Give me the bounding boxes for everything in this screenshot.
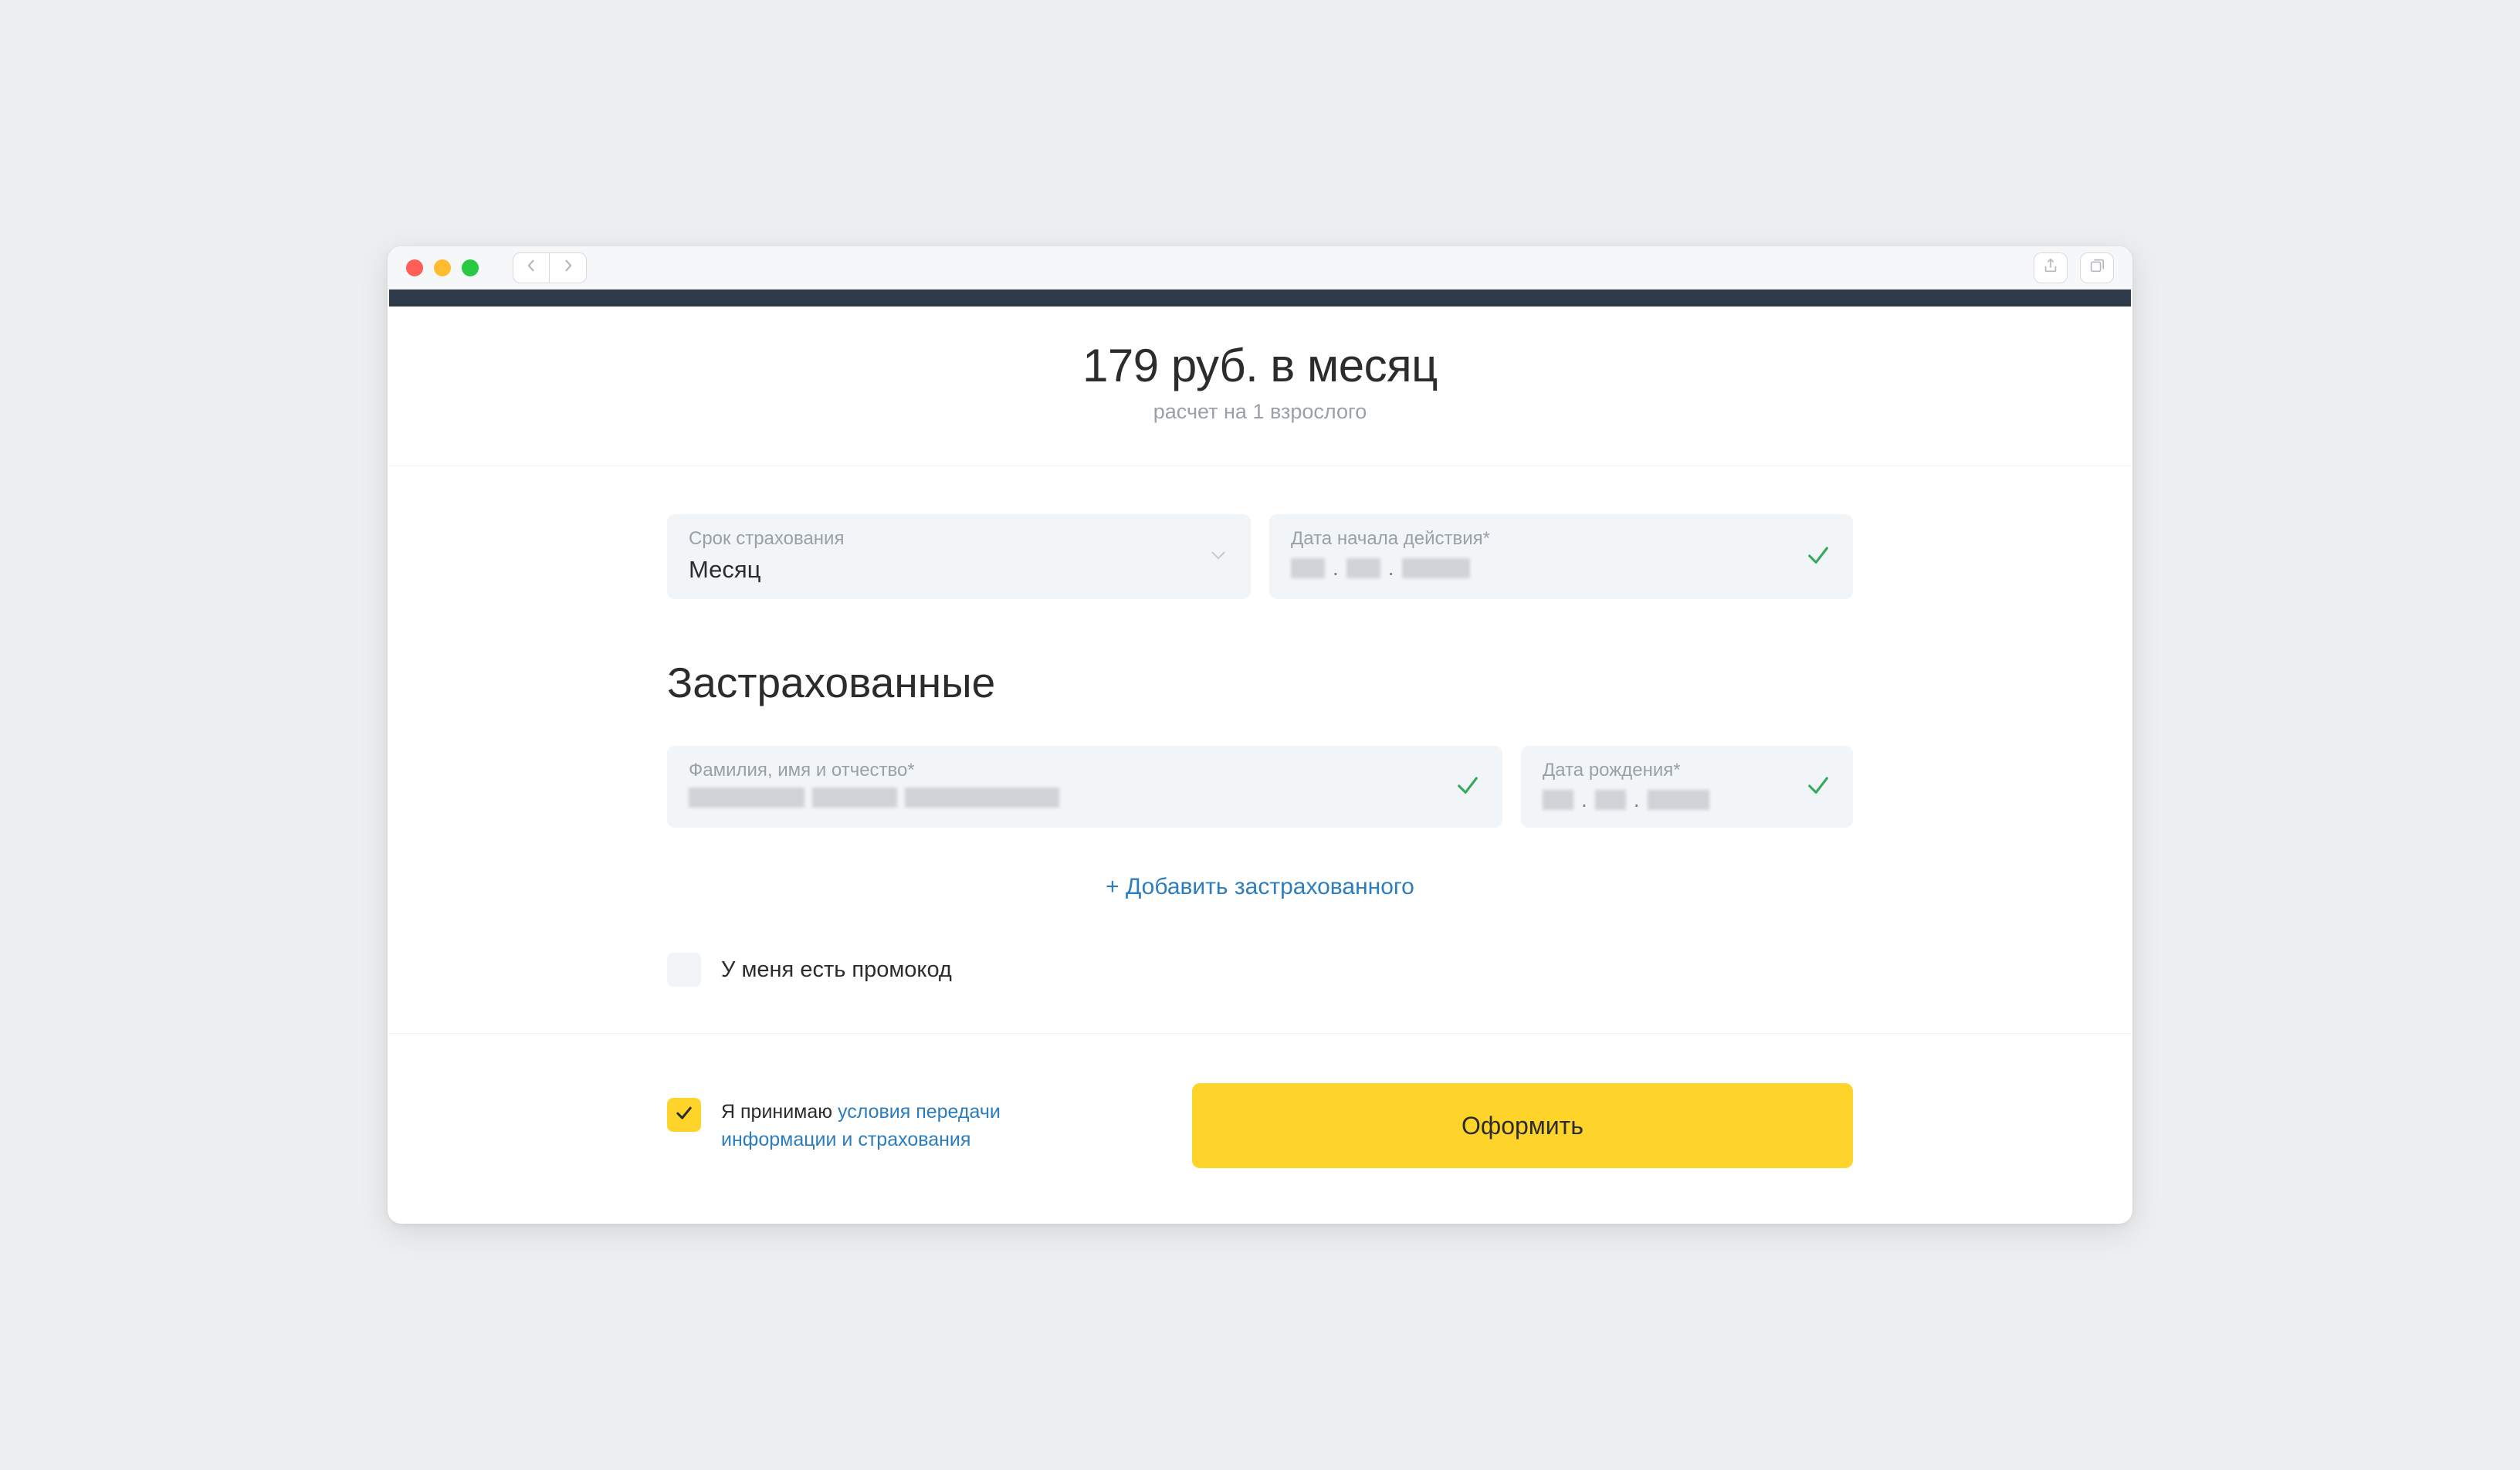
dob-value: . . xyxy=(1543,788,1831,812)
tabs-icon xyxy=(2088,257,2105,278)
chevron-left-icon xyxy=(525,258,537,277)
terms-checkbox[interactable] xyxy=(667,1098,701,1132)
minimize-window-button[interactable] xyxy=(434,259,451,276)
fullname-field[interactable]: Фамилия, имя и отчество* xyxy=(667,746,1502,828)
insured-heading: Застрахованные xyxy=(667,658,1853,707)
terms-prefix: Я принимаю xyxy=(721,1101,832,1123)
price-title: 179 руб. в месяц xyxy=(389,339,2131,392)
chevron-down-icon xyxy=(1208,544,1229,570)
price-subtitle: расчет на 1 взрослого xyxy=(389,400,2131,424)
duration-select[interactable]: Срок страхования Месяц xyxy=(667,514,1251,599)
nav-buttons xyxy=(513,252,587,283)
fullname-label: Фамилия, имя и отчество* xyxy=(689,760,1481,781)
promo-checkbox[interactable] xyxy=(667,953,701,987)
start-date-field[interactable]: Дата начала действия* . . xyxy=(1269,514,1853,599)
check-icon xyxy=(1805,772,1831,802)
window-controls xyxy=(406,259,479,276)
fullname-value xyxy=(689,788,1481,808)
share-icon xyxy=(2042,257,2059,278)
close-window-button[interactable] xyxy=(406,259,423,276)
promo-row: У меня есть промокод xyxy=(667,953,1853,987)
check-icon xyxy=(1805,542,1831,572)
dob-field[interactable]: Дата рождения* . . xyxy=(1521,746,1853,828)
terms-row: Я принимаю условия передачи информации и… xyxy=(667,1098,1107,1154)
submit-button[interactable]: Оформить xyxy=(1192,1083,1853,1168)
add-insured-link[interactable]: + Добавить застрахованного xyxy=(1106,874,1414,899)
share-button[interactable] xyxy=(2034,252,2068,283)
browser-window: 179 руб. в месяц расчет на 1 взрослого С… xyxy=(388,246,2132,1224)
add-insured-row: + Добавить застрахованного xyxy=(667,874,1853,900)
page-content: 179 руб. в месяц расчет на 1 взрослого С… xyxy=(388,290,2132,1224)
duration-value: Месяц xyxy=(689,556,1229,584)
terms-text: Я принимаю условия передачи информации и… xyxy=(721,1098,1107,1154)
promo-label: У меня есть промокод xyxy=(721,957,952,983)
check-icon xyxy=(673,1102,695,1127)
check-icon xyxy=(1455,772,1481,802)
start-date-value: . . xyxy=(1291,556,1831,581)
forward-button[interactable] xyxy=(550,252,587,283)
form-section: Срок страхования Месяц Дата начала дейст… xyxy=(389,466,2131,1033)
tabs-button[interactable] xyxy=(2080,252,2114,283)
dob-label: Дата рождения* xyxy=(1543,760,1831,781)
back-button[interactable] xyxy=(513,252,550,283)
start-date-label: Дата начала действия* xyxy=(1291,528,1831,550)
duration-label: Срок страхования xyxy=(689,528,1229,550)
maximize-window-button[interactable] xyxy=(462,259,479,276)
browser-toolbar xyxy=(388,246,2132,290)
footer: Я принимаю условия передачи информации и… xyxy=(389,1033,2131,1224)
chevron-right-icon xyxy=(562,258,574,277)
price-section: 179 руб. в месяц расчет на 1 взрослого xyxy=(389,307,2131,466)
header-bar xyxy=(389,290,2131,307)
